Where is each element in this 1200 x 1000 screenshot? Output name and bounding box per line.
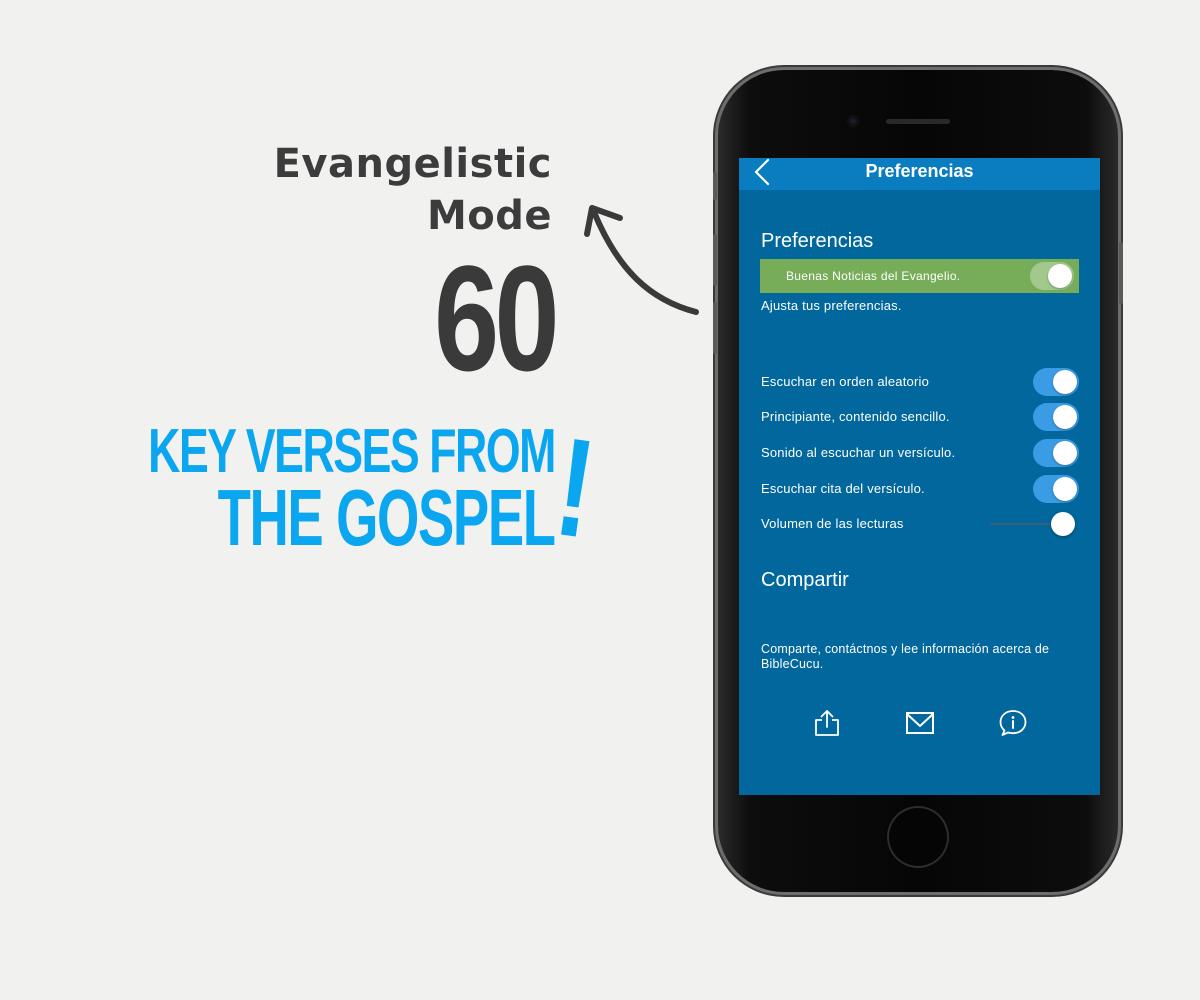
- share-icon[interactable]: [813, 709, 841, 737]
- volume-slider-thumb[interactable]: [1051, 512, 1075, 536]
- volume-down-button: [713, 302, 717, 354]
- beginner-toggle[interactable]: [1033, 403, 1079, 431]
- sound-toggle[interactable]: [1033, 439, 1079, 467]
- promo-heading: Evangelistic Mode: [274, 138, 552, 242]
- phone-frame: Preferencias Preferencias Buenas Noticia…: [713, 70, 1123, 892]
- citation-toggle[interactable]: [1033, 475, 1079, 503]
- toggle-knob: [1053, 441, 1077, 465]
- preferences-header: Preferencias: [761, 230, 874, 252]
- power-button: [1119, 242, 1123, 304]
- gospel-mode-label: Buenas Noticias del Evangelio.: [786, 269, 961, 283]
- front-camera: [847, 115, 859, 127]
- toggle-knob: [1053, 405, 1077, 429]
- nav-title: Preferencias: [865, 161, 974, 181]
- promo-number: 60: [434, 234, 559, 402]
- setting-label-volume: Volumen de las lecturas: [761, 516, 904, 531]
- mail-icon[interactable]: [905, 709, 935, 737]
- app-screen: Preferencias Preferencias Buenas Noticia…: [739, 158, 1100, 795]
- gospel-mode-toggle[interactable]: [1030, 262, 1074, 290]
- toggle-knob: [1053, 477, 1077, 501]
- volume-up-button: [713, 234, 717, 286]
- preferences-subtitle: Ajusta tus preferencias.: [761, 298, 902, 313]
- toggle-knob: [1053, 370, 1077, 394]
- volume-slider-track[interactable]: [990, 523, 1060, 525]
- setting-label-beginner: Principiante, contenido sencillo.: [761, 409, 950, 424]
- curved-arrow-icon: [584, 205, 699, 315]
- promo-tagline-line-2: THE GOSPEL: [217, 473, 556, 562]
- share-description: Comparte, contáctnos y lee información a…: [761, 642, 1050, 671]
- shuffle-toggle[interactable]: [1033, 368, 1079, 396]
- earpiece-speaker: [886, 119, 950, 124]
- setting-label-citation: Escuchar cita del versículo.: [761, 481, 925, 496]
- navigation-bar: Preferencias: [739, 158, 1100, 190]
- promo-exclamation: !: [547, 407, 604, 568]
- mute-switch: [713, 172, 717, 200]
- promo-title-line-1: Evangelistic: [273, 141, 552, 187]
- toggle-knob: [1048, 264, 1072, 288]
- setting-label-shuffle: Escuchar en orden aleatorio: [761, 374, 930, 389]
- gospel-mode-row[interactable]: Buenas Noticias del Evangelio.: [760, 259, 1079, 293]
- info-chat-icon[interactable]: [998, 709, 1028, 737]
- home-button[interactable]: [887, 806, 949, 868]
- share-header: Compartir: [761, 569, 849, 591]
- setting-label-sound: Sonido al escuchar un versículo.: [761, 445, 956, 460]
